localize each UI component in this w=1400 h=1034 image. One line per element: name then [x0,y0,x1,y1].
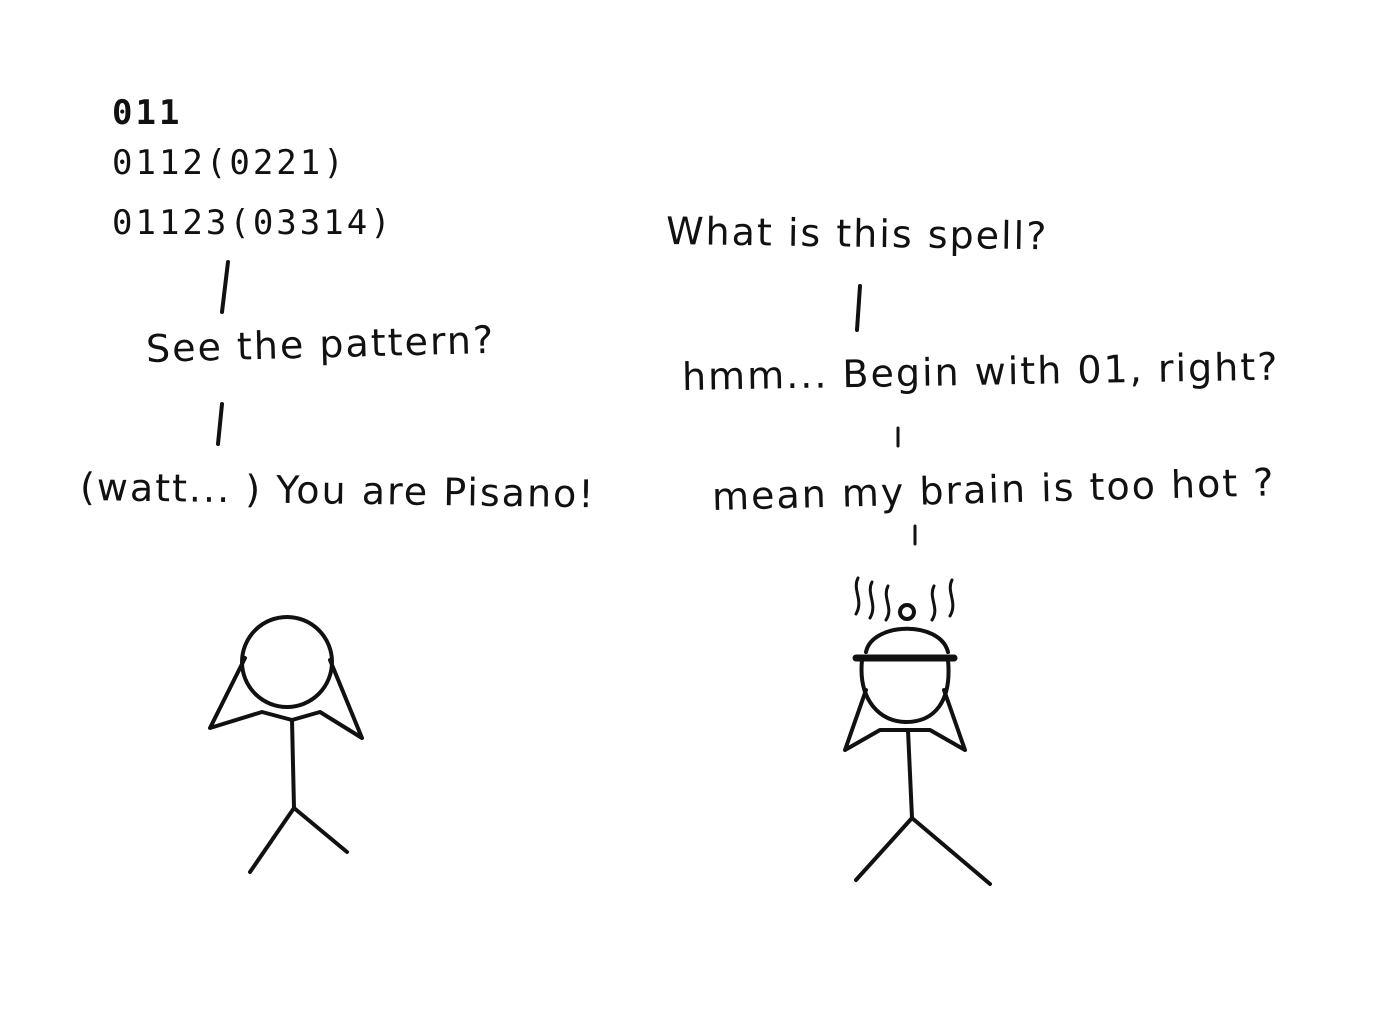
left-stick-figure [208,615,364,874]
left-figure-left-arm [208,656,294,730]
left-figure-right-arm [290,658,364,740]
steam-icon [854,576,955,622]
right-figure-head [859,658,951,724]
right-figure-left-leg [854,816,914,882]
lid-icon [864,626,950,654]
connector-tick-right-upper [855,284,862,332]
connector-tick-left-lower [216,402,224,446]
left-figure-left-leg [248,806,296,874]
left-figure-head [240,615,334,709]
right-figure-body [906,728,914,820]
left-figure-right-leg [292,806,349,854]
left-figure-body [290,718,296,810]
right-figure-right-leg [910,816,992,886]
connector-tick-left-upper [220,260,230,314]
lid-knob-icon [898,603,916,621]
stick-figure-drawing [208,260,992,886]
comic-page: { "left_panel": { "sequence_lines": ["01… [0,0,1400,1034]
right-stick-figure [843,576,992,886]
